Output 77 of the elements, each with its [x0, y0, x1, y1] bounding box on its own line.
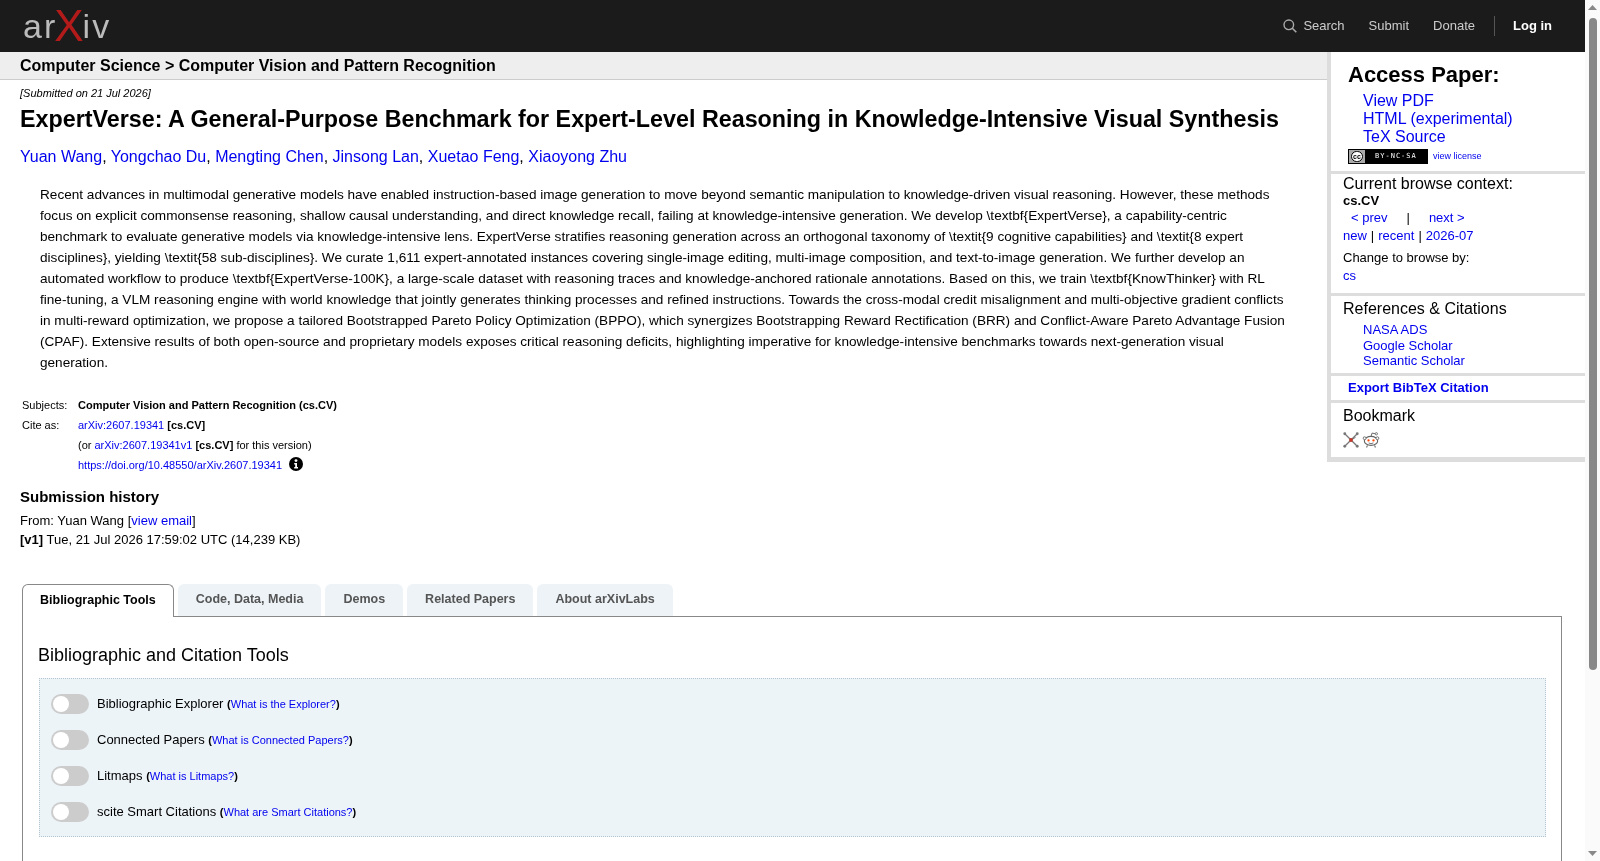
help-link[interactable]: What is Litmaps? — [149, 769, 235, 782]
scrollbar-thumb[interactable] — [1588, 18, 1597, 670]
browse-link[interactable]: cs — [1343, 267, 1356, 285]
toggle-switch[interactable] — [51, 765, 89, 786]
author-link[interactable]: Mengting Chen — [215, 148, 324, 165]
section-heading: Bibliographic and Citation Tools — [38, 643, 290, 666]
submission-date: [Submitted on 21 Jul 2026] — [20, 87, 152, 100]
author-list: Yuan Wang, Yongchao Du, Mengting Chen, Jinsong Lan, Xuetao Feng, Xiaoyong Zhu — [20, 147, 1307, 167]
citation-line: (or arXiv:2607.19341v1 [cs.CV] for this version) — [78, 438, 312, 453]
author-link[interactable]: Xuetao Feng — [427, 148, 520, 165]
abstract-text: Recent advances in multimodal generative models have enabled instruction-based image generation to move beyond semantic manipulation to knowledge-driven visual reasoning. However, these methods focus on explicit commonsense reasoning, shallow causal understanding, and direct knowledge recall, failing at knowledge-intensive generation. We develop \textbf{ExpertVerse}, a capability-centric benchmark to evaluate generative models via knowledge-intensive lens. ExpertVerse stratifies reasoning generation across an orthogonal taxonomy of \textit{9 cognitive capabilities} and \textit{8 expert disciplines}, yielding \textit{58 sub-disciplines}. We curate 1,611 expert-annotated instances covering single-image editing, multi-image composition, and text-to-image generation. We further develop an automated workflow to produce \textbf{ExpertVerse-100K}, a large-scale dataset with reasoning traces and knowledge-anchored rationale annotations. Based on this, we train \textbf{KnowThinker} with RL fine-tuning, a VLM reasoning engine with world knowledge that jointly generates thinking processes and refined instructions. Towards the cross-modal credit misalignment and multi-objective gradient conflicts in multi-reward optimization, we propose a tailored Bootstrapped Pareto Policy Optimization (BPPO), which synergizes Bootstrapping Reward Rectification (BRR) and Conflict-Aware Pareto Advantage Fusion (CPAF). Extensive results of both open-source and proprietary models exposes critical reasoning deficits, highlighting imperative for knowledge-intensive benchmarks towards next-generation visual generation. — [40, 186, 1286, 372]
citation-link[interactable]: https://doi.org/10.48550/arXiv.2607.19341 — [78, 455, 283, 475]
nav-link[interactable]: Donate — [1433, 16, 1475, 36]
browse-link[interactable]: new — [1343, 227, 1367, 245]
field-label: Cite as: — [22, 418, 61, 433]
separator: | — [1370, 227, 1375, 245]
citation-line: arXiv:2607.19341 [cs.CV] — [78, 418, 206, 433]
reference-link[interactable]: Google Scholar — [1363, 337, 1453, 353]
tab[interactable]: Related Papers — [407, 583, 534, 616]
access-link[interactable]: HTML (experimental) — [1363, 110, 1513, 128]
version-entry: [v1] Tue, 21 Jul 2026 17:59:02 UTC (14,239 KB) — [20, 530, 302, 549]
reference-link[interactable]: Semantic Scholar — [1363, 353, 1465, 369]
tab[interactable]: Bibliographic Tools — [22, 583, 174, 617]
toggle-switch[interactable] — [51, 693, 89, 714]
help-link[interactable]: What is the Explorer? — [230, 697, 336, 710]
context-label: cs.CV — [1343, 193, 1381, 209]
tab[interactable]: Demos — [325, 583, 404, 616]
panel-heading: Access Paper: — [1348, 62, 1501, 88]
browse-link[interactable]: recent — [1378, 227, 1415, 245]
nav-link[interactable]: Submit — [1368, 16, 1410, 36]
separator: | — [1406, 209, 1410, 227]
export-link[interactable]: Export BibTeX Citation — [1348, 379, 1489, 396]
info-icon[interactable] — [289, 456, 304, 471]
author-link[interactable]: Yuan Wang — [20, 148, 103, 165]
tool-label: scite Smart Citations (What are Smart Citations?) — [97, 802, 357, 821]
author-link[interactable]: Jinsong Lan — [332, 148, 419, 165]
tool-label: Bibliographic Explorer (What is the Explorer?) — [97, 694, 340, 713]
reference-link[interactable]: NASA ADS — [1363, 322, 1428, 338]
license-link[interactable]: view license — [1433, 149, 1482, 164]
pager-link[interactable]: < prev — [1351, 209, 1388, 227]
browse-link[interactable]: 2026-07 — [1425, 227, 1474, 245]
email-link[interactable]: view email — [131, 512, 192, 528]
search-icon — [1283, 19, 1298, 33]
pager-link[interactable]: next > — [1428, 209, 1465, 227]
subject-value: Computer Vision and Pattern Recognition (cs.CV) — [78, 398, 337, 413]
scrollbar[interactable] — [1585, 0, 1600, 861]
paper-title: ExpertVerse: A General-Purpose Benchmark for Expert-Level Reasoning in Knowledge-Intensive Visual Synthesis — [20, 105, 1280, 134]
submitter-line: From: Yuan Wang [view email] — [20, 511, 197, 530]
citation-link[interactable]: arXiv:2607.19341 — [78, 419, 165, 431]
access-link[interactable]: TeX Source — [1363, 128, 1446, 146]
access-link[interactable]: View PDF — [1363, 92, 1434, 110]
alien-icon[interactable] — [1362, 431, 1380, 448]
tab[interactable]: About arXivLabs — [537, 583, 673, 616]
tool-label: Connected Papers (What is Connected Papers?) — [97, 730, 353, 749]
section-heading: Submission history — [20, 488, 161, 506]
field-label: Subjects: — [22, 398, 69, 413]
breadcrumb-trail: Computer Science > Computer Vision and Pattern Recognition — [0, 52, 1327, 80]
author-link[interactable]: Xiaoyong Zhu — [528, 148, 627, 165]
toggle-switch[interactable] — [51, 729, 89, 750]
citation-link[interactable]: arXiv:2607.19341v1 — [94, 439, 193, 451]
tab[interactable]: Code, Data, Media — [177, 583, 322, 616]
up-arrow-icon[interactable] — [1588, 5, 1597, 10]
panel-heading: Current browse context: — [1343, 175, 1514, 193]
help-link[interactable]: What are Smart Citations? — [223, 805, 353, 818]
down-arrow-icon[interactable] — [1588, 851, 1597, 856]
help-link[interactable]: What is Connected Papers? — [211, 733, 349, 746]
panel-heading: References & Citations — [1343, 300, 1508, 318]
search-link[interactable]: Search — [1283, 16, 1345, 36]
author-link[interactable]: Yongchao Du — [110, 148, 207, 165]
toggle-switch[interactable] — [51, 801, 89, 822]
login-link[interactable]: Log in — [1513, 16, 1552, 36]
panel-heading: Bookmark — [1343, 406, 1417, 425]
separator: | — [1418, 227, 1422, 245]
nodes-icon[interactable] — [1343, 431, 1359, 448]
tool-label: Litmaps (What is Litmaps?) — [97, 766, 238, 785]
arxiv-logo[interactable]: arXiv — [23, 4, 112, 48]
browse-label: Change to browse by: — [1343, 249, 1471, 267]
